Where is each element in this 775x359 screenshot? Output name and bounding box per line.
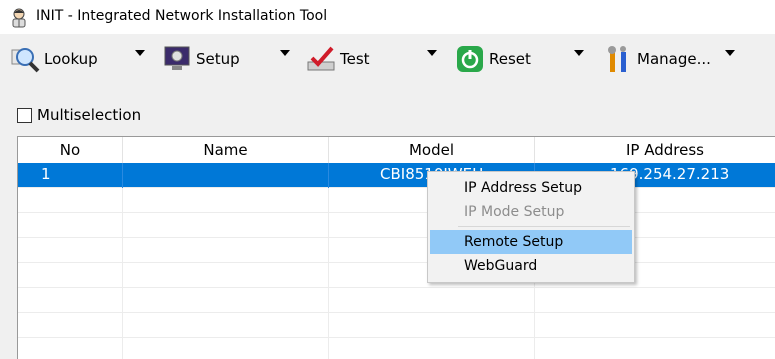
- multiselection-label: Multiselection: [37, 106, 142, 124]
- table-row: [18, 238, 775, 263]
- table-row[interactable]: 1 CBI8510IWEH 169.254.27.213: [18, 163, 775, 188]
- manage-button[interactable]: Manage...: [603, 42, 711, 76]
- toolbar: Lookup Setup Test Reset Manage...: [0, 34, 775, 84]
- title-bar: INIT - Integrated Network Installation T…: [0, 0, 775, 34]
- column-header-ip[interactable]: IP Address: [535, 137, 775, 163]
- menu-item-webguard[interactable]: WebGuard: [430, 254, 632, 278]
- column-header-model[interactable]: Model: [329, 137, 535, 163]
- column-header-no[interactable]: No: [18, 137, 123, 163]
- column-header-name[interactable]: Name: [123, 137, 329, 163]
- test-button[interactable]: Test: [306, 42, 370, 76]
- reset-button[interactable]: Reset: [455, 42, 531, 76]
- menu-separator: [458, 226, 630, 227]
- tools-icon: [608, 46, 626, 72]
- context-menu: IP Address Setup IP Mode Setup Remote Se…: [427, 171, 635, 283]
- multiselection-checkbox[interactable]: Multiselection: [17, 106, 141, 124]
- menu-item-remote-setup[interactable]: Remote Setup: [430, 230, 632, 254]
- checkmark-tray-icon: [307, 46, 335, 71]
- monitor-gear-icon: [164, 46, 190, 70]
- menu-item-ip-address-setup[interactable]: IP Address Setup: [430, 176, 632, 200]
- manage-dropdown-arrow[interactable]: [725, 50, 735, 56]
- window-title: INIT - Integrated Network Installation T…: [36, 8, 328, 24]
- test-dropdown-arrow[interactable]: [427, 50, 437, 56]
- checkbox-box[interactable]: [17, 107, 32, 123]
- setup-button[interactable]: Setup: [162, 42, 240, 76]
- init-app-icon: [12, 8, 26, 28]
- power-icon: [457, 46, 483, 72]
- table-row: [18, 288, 775, 313]
- reset-dropdown-arrow[interactable]: [574, 50, 584, 56]
- table-row: [18, 213, 775, 238]
- reset-label: Reset: [489, 50, 531, 68]
- menu-item-ip-mode-setup: IP Mode Setup: [464, 204, 565, 220]
- lookup-button[interactable]: Lookup: [10, 42, 98, 76]
- table-row: [18, 338, 775, 359]
- setup-dropdown-arrow[interactable]: [280, 50, 290, 56]
- lookup-label: Lookup: [44, 50, 98, 68]
- table-header: No Name Model IP Address: [18, 137, 775, 163]
- setup-label: Setup: [196, 50, 240, 68]
- table-row: [18, 263, 775, 288]
- lookup-dropdown-arrow[interactable]: [135, 50, 145, 56]
- test-label: Test: [340, 50, 370, 68]
- table-row: [18, 313, 775, 338]
- magnifier-icon: [11, 48, 40, 73]
- cell-no: 1: [41, 165, 51, 183]
- device-table: No Name Model IP Address 1 CBI8510IWEH 1…: [17, 136, 775, 359]
- manage-label: Manage...: [637, 50, 711, 68]
- table-row: [18, 188, 775, 213]
